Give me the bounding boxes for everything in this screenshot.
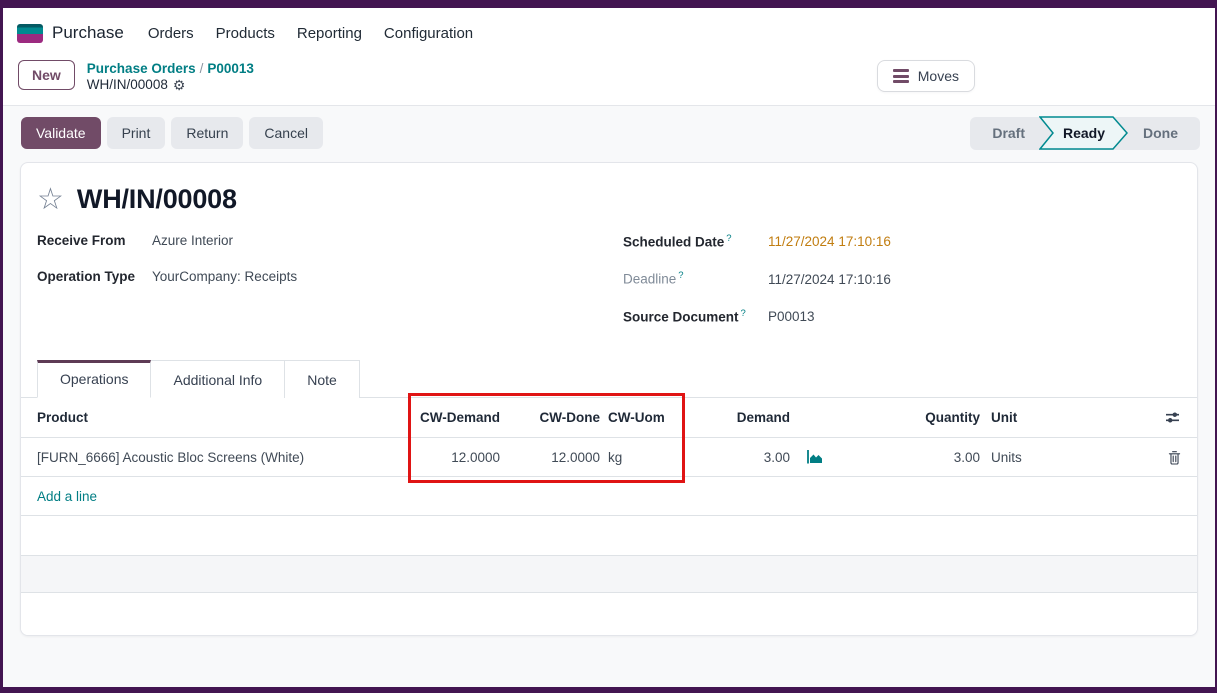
app-name[interactable]: Purchase — [52, 23, 124, 43]
cell-cw-uom[interactable]: kg — [600, 450, 680, 465]
validate-button[interactable]: Validate — [21, 117, 101, 149]
record-title: WH/IN/00008 — [77, 184, 237, 215]
scheduled-date-field: Scheduled Date? 11/27/2024 17:10:16 — [623, 233, 1181, 250]
record-title-row: ☆ WH/IN/00008 — [21, 163, 1197, 217]
receive-from-field: Receive From Azure Interior — [37, 233, 609, 248]
notebook-tabs: Operations Additional Info Note — [21, 360, 1197, 398]
gear-icon[interactable]: ⚙ — [173, 78, 186, 92]
scheduled-date-value[interactable]: 11/27/2024 17:10:16 — [768, 234, 891, 249]
cell-cw-done[interactable]: 12.0000 — [500, 450, 600, 465]
empty-row — [21, 556, 1197, 593]
deadline-label: Deadline? — [623, 270, 768, 287]
trash-icon[interactable] — [1168, 450, 1181, 465]
help-icon: ? — [678, 270, 683, 281]
top-menus: Orders Products Reporting Configuration — [148, 21, 473, 46]
breadcrumb-current-record: WH/IN/00008 — [87, 77, 168, 93]
operation-type-field: Operation Type YourCompany: Receipts — [37, 269, 609, 284]
new-button[interactable]: New — [18, 60, 75, 90]
status-done[interactable]: Done — [1129, 125, 1192, 141]
menu-orders[interactable]: Orders — [148, 21, 194, 46]
star-icon[interactable]: ☆ — [37, 183, 64, 217]
right-field-column: Scheduled Date? 11/27/2024 17:10:16 Dead… — [609, 233, 1181, 346]
source-document-field: Source Document? P00013 — [623, 308, 1181, 325]
left-field-column: Receive From Azure Interior Operation Ty… — [37, 233, 609, 346]
sheet-filler — [21, 593, 1197, 635]
header-cw-done[interactable]: CW-Done — [500, 410, 600, 425]
operation-type-value[interactable]: YourCompany: Receipts — [152, 269, 297, 284]
top-navbar: Purchase Orders Products Reporting Confi… — [3, 8, 1215, 106]
field-group: Receive From Azure Interior Operation Ty… — [21, 217, 1197, 346]
browser-window: Purchase Orders Products Reporting Confi… — [3, 8, 1215, 687]
sliders-icon[interactable] — [1164, 411, 1181, 424]
receive-from-label: Receive From — [37, 233, 152, 248]
add-a-line-link[interactable]: Add a line — [37, 489, 97, 504]
breadcrumb-separator: / — [196, 61, 208, 76]
breadcrumb-purchase-orders-link[interactable]: Purchase Orders — [87, 61, 196, 76]
breadcrumb: Purchase Orders/P00013 WH/IN/00008 ⚙ — [87, 60, 254, 93]
deadline-value[interactable]: 11/27/2024 17:10:16 — [768, 272, 891, 287]
header-cw-uom[interactable]: CW-Uom — [600, 410, 680, 425]
menu-reporting[interactable]: Reporting — [297, 21, 362, 46]
header-product[interactable]: Product — [37, 410, 405, 425]
moves-button-label: Moves — [918, 68, 959, 84]
header-quantity[interactable]: Quantity — [840, 410, 980, 425]
table-header-row: Product CW-Demand CW-Done CW-Uom Demand … — [21, 398, 1197, 438]
moves-button[interactable]: Moves — [877, 60, 975, 92]
table-row[interactable]: [FURN_6666] Acoustic Bloc Screens (White… — [21, 438, 1197, 477]
form-status-bar: Validate Print Return Cancel Draft Ready… — [3, 106, 1215, 156]
purchase-app-logo-icon[interactable] — [17, 24, 43, 43]
breadcrumb-order-link[interactable]: P00013 — [207, 61, 254, 76]
tab-note[interactable]: Note — [285, 360, 360, 398]
help-icon: ? — [726, 233, 731, 244]
source-document-label: Source Document? — [623, 308, 768, 325]
cell-product[interactable]: [FURN_6666] Acoustic Bloc Screens (White… — [37, 450, 405, 465]
cell-unit[interactable]: Units — [980, 450, 1100, 465]
status-draft[interactable]: Draft — [978, 125, 1039, 141]
menu-configuration[interactable]: Configuration — [384, 21, 473, 46]
scheduled-date-label: Scheduled Date? — [623, 233, 768, 250]
receive-from-value[interactable]: Azure Interior — [152, 233, 233, 248]
cancel-button[interactable]: Cancel — [249, 117, 323, 149]
print-button[interactable]: Print — [107, 117, 166, 149]
cell-demand[interactable]: 3.00 — [680, 450, 790, 465]
header-unit[interactable]: Unit — [980, 410, 1100, 425]
breadcrumb-row: New Purchase Orders/P00013 WH/IN/00008 ⚙… — [3, 52, 1215, 105]
add-line-row: Add a line — [21, 477, 1197, 516]
cell-cw-demand[interactable]: 12.0000 — [405, 450, 500, 465]
pipeline-status-widget: Draft Ready Done — [970, 117, 1200, 150]
header-demand[interactable]: Demand — [680, 410, 790, 425]
deadline-field: Deadline? 11/27/2024 17:10:16 — [623, 270, 1181, 287]
tab-additional-info[interactable]: Additional Info — [151, 360, 285, 398]
hamburger-menu-icon — [893, 69, 909, 83]
source-document-value[interactable]: P00013 — [768, 309, 815, 324]
menu-products[interactable]: Products — [216, 21, 275, 46]
status-ready-active[interactable]: Ready — [1039, 116, 1129, 150]
cell-quantity[interactable]: 3.00 — [840, 450, 980, 465]
desktop-background: Purchase Orders Products Reporting Confi… — [0, 0, 1217, 693]
form-sheet: ☆ WH/IN/00008 Receive From Azure Interio… — [20, 162, 1198, 636]
help-icon: ? — [741, 308, 746, 319]
return-button[interactable]: Return — [171, 117, 243, 149]
tab-operations[interactable]: Operations — [37, 360, 151, 398]
area-chart-icon[interactable] — [806, 449, 824, 465]
main-menu-bar: Purchase Orders Products Reporting Confi… — [3, 8, 1215, 52]
empty-row — [21, 516, 1197, 556]
operations-table: Product CW-Demand CW-Done CW-Uom Demand … — [21, 398, 1197, 593]
header-cw-demand[interactable]: CW-Demand — [405, 410, 500, 425]
operation-type-label: Operation Type — [37, 269, 152, 284]
